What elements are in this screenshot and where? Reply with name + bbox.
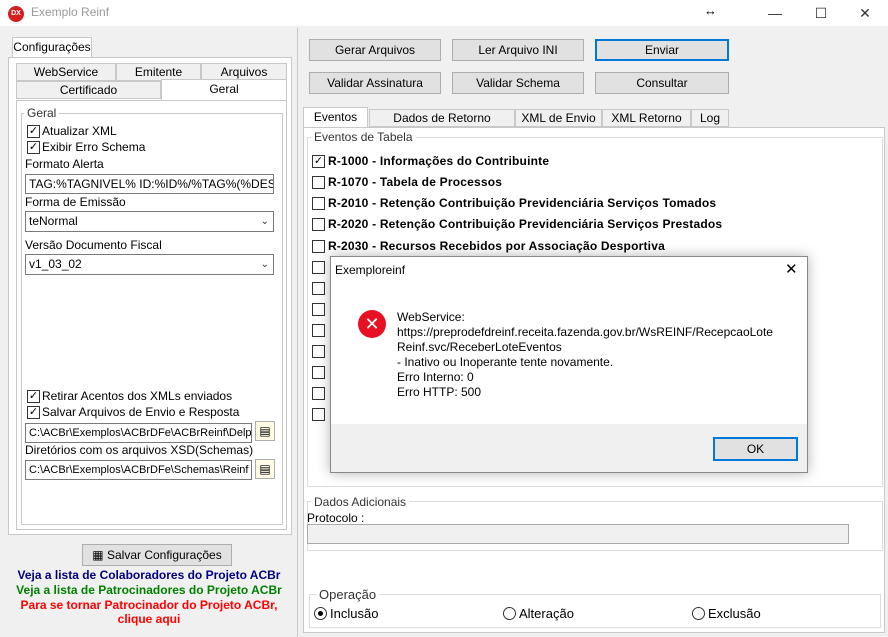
event-label: R-2010 - Retenção Contribuição Previdenc…: [328, 196, 717, 210]
event-checkbox[interactable]: ✓: [312, 155, 325, 168]
chevron-down-icon: ⌄: [260, 259, 269, 270]
radio-alteracao[interactable]: [503, 607, 516, 620]
path-envio-input[interactable]: C:\ACBr\Exemplos\ACBrDFe\ACBrReinf\Delph…: [25, 423, 252, 443]
event-checkbox[interactable]: [312, 218, 325, 231]
browse-folder-icon[interactable]: ▤: [255, 421, 275, 441]
window-title: Exemplo Reinf: [31, 5, 110, 19]
event-checkbox[interactable]: [312, 303, 325, 316]
salvar-configuracoes-label: Salvar Configurações: [106, 548, 222, 562]
radio-alteracao-label: Alteração: [519, 606, 574, 621]
link-clique-aqui[interactable]: clique aqui: [0, 612, 298, 626]
operacao-title: Operação: [316, 587, 380, 602]
chevron-down-icon: ⌄: [260, 216, 269, 227]
protocolo-input[interactable]: [307, 524, 849, 544]
maximize-button[interactable]: ☐: [798, 0, 844, 26]
forma-emissao-label: Forma de Emissão: [25, 195, 126, 209]
event-checkbox[interactable]: [312, 176, 325, 189]
event-checkbox[interactable]: [312, 366, 325, 379]
dialog-line-3: Reinf.svc/ReceberLoteEventos: [397, 340, 562, 354]
exibir-erro-schema-checkbox[interactable]: ✓: [27, 141, 40, 154]
forma-emissao-value: teNormal: [29, 214, 78, 228]
forma-emissao-select[interactable]: teNormal ⌄: [25, 211, 274, 232]
tab-geral[interactable]: Geral: [161, 79, 287, 101]
path-schemas-input[interactable]: C:\ACBr\Exemplos\ACBrDFe\Schemas\Reinf: [25, 460, 252, 480]
dialog-close-icon[interactable]: ✕: [785, 260, 798, 278]
radio-exclusao[interactable]: [692, 607, 705, 620]
browse-folder-icon[interactable]: ▤: [255, 459, 275, 479]
event-checkbox[interactable]: [312, 261, 325, 274]
event-checkbox[interactable]: [312, 345, 325, 358]
exibir-erro-schema-label: Exibir Erro Schema: [42, 140, 146, 154]
tab-dados-retorno[interactable]: Dados de Retorno Eventos: [369, 109, 515, 141]
versao-value: v1_03_02: [29, 257, 82, 271]
dialog-line-2: https://preprodefdreinf.receita.fazenda.…: [397, 325, 773, 339]
versao-label: Versão Documento Fiscal: [25, 238, 162, 252]
retirar-acentos-checkbox[interactable]: ✓: [27, 390, 40, 403]
app-icon: DX: [8, 6, 24, 22]
dialog-header: Exemploreinf ✕: [331, 257, 807, 285]
salvar-configuracoes-button[interactable]: ▦ Salvar Configurações: [82, 544, 232, 566]
geral-group-title: Geral: [24, 106, 60, 120]
ok-button[interactable]: OK: [713, 437, 798, 461]
close-window-button[interactable]: ✕: [842, 0, 888, 26]
tab-webservice[interactable]: WebService: [16, 63, 116, 81]
radio-inclusao[interactable]: [314, 607, 327, 620]
dados-adicionais-title: Dados Adicionais: [311, 495, 410, 509]
event-label: R-1000 - Informações do Contribuinte: [328, 154, 550, 168]
minimize-button[interactable]: —: [752, 0, 798, 26]
formato-alerta-input[interactable]: TAG:%TAGNIVEL% ID:%ID%/%TAG%(%DESCRI: [25, 174, 274, 194]
atualizar-xml-checkbox[interactable]: ✓: [27, 125, 40, 138]
error-icon: ✕: [358, 310, 386, 338]
dialog-line-4: - Inativo ou Inoperante tente novamente.: [397, 355, 614, 369]
dialog-line-5: Erro Interno: 0: [397, 370, 474, 384]
dialog-title: Exemploreinf: [335, 263, 406, 277]
tab-xml-retorno[interactable]: XML Retorno: [602, 109, 691, 127]
tab-configuracoes[interactable]: Configurações: [12, 37, 92, 58]
dialog-line-6: Erro HTTP: 500: [397, 385, 482, 399]
dialog-body: ✕ WebService: https://preprodefdreinf.re…: [331, 285, 807, 424]
link-tornar-patrocinador[interactable]: Para se tornar Patrocinador do Projeto A…: [0, 598, 298, 612]
protocolo-label: Protocolo :: [307, 511, 365, 525]
event-checkbox[interactable]: [312, 197, 325, 210]
radio-exclusao-label: Exclusão: [708, 606, 761, 621]
event-checkbox[interactable]: [312, 240, 325, 253]
dir-schemas-label: Diretórios com os arquivos XSD(Schemas): [25, 443, 254, 457]
consultar-button[interactable]: Consultar: [595, 72, 729, 94]
tab-eventos[interactable]: Eventos: [303, 107, 368, 128]
event-label: R-2030 - Recursos Recebidos por Associaç…: [328, 239, 665, 253]
tab-xml-envio[interactable]: XML de Envio: [515, 109, 602, 127]
salvar-arquivos-label: Salvar Arquivos de Envio e Resposta: [42, 405, 240, 419]
link-colaboradores[interactable]: Veja a lista de Colaboradores do Projeto…: [0, 568, 298, 582]
validar-schema-button[interactable]: Validar Schema: [452, 72, 584, 94]
event-label: R-2020 - Retenção Contribuição Previdenc…: [328, 217, 723, 231]
formato-alerta-label: Formato Alerta: [25, 157, 104, 171]
resize-cursor-icon: ↔: [704, 3, 717, 18]
event-checkbox[interactable]: [312, 387, 325, 400]
operacao-group: [309, 594, 881, 628]
validar-assinatura-button[interactable]: Validar Assinatura: [309, 72, 441, 94]
radio-inclusao-label: Inclusão: [330, 606, 379, 621]
eventos-tabela-title: Eventos de Tabela: [311, 130, 416, 144]
atualizar-xml-label: Atualizar XML: [42, 124, 117, 138]
save-icon: ▦: [92, 548, 107, 562]
versao-select[interactable]: v1_03_02 ⌄: [25, 254, 274, 275]
event-checkbox[interactable]: [312, 282, 325, 295]
tab-certificado[interactable]: Certificado: [16, 81, 161, 99]
event-checkbox[interactable]: [312, 324, 325, 337]
link-patrocinadores[interactable]: Veja a lista de Patrocinadores do Projet…: [0, 583, 298, 597]
tab-log[interactable]: Log: [691, 109, 729, 127]
error-dialog: Exemploreinf ✕ ✕ WebService: https://pre…: [330, 256, 808, 473]
retirar-acentos-label: Retirar Acentos dos XMLs enviados: [42, 389, 233, 403]
enviar-button[interactable]: Enviar: [595, 39, 729, 61]
event-label: R-1070 - Tabela de Processos: [328, 175, 503, 189]
dialog-line-1: WebService:: [397, 310, 465, 324]
gerar-arquivos-button[interactable]: Gerar Arquivos: [309, 39, 441, 61]
salvar-arquivos-checkbox[interactable]: ✓: [27, 406, 40, 419]
event-checkbox[interactable]: [312, 408, 325, 421]
ler-arquivo-ini-button[interactable]: Ler Arquivo INI: [452, 39, 584, 61]
